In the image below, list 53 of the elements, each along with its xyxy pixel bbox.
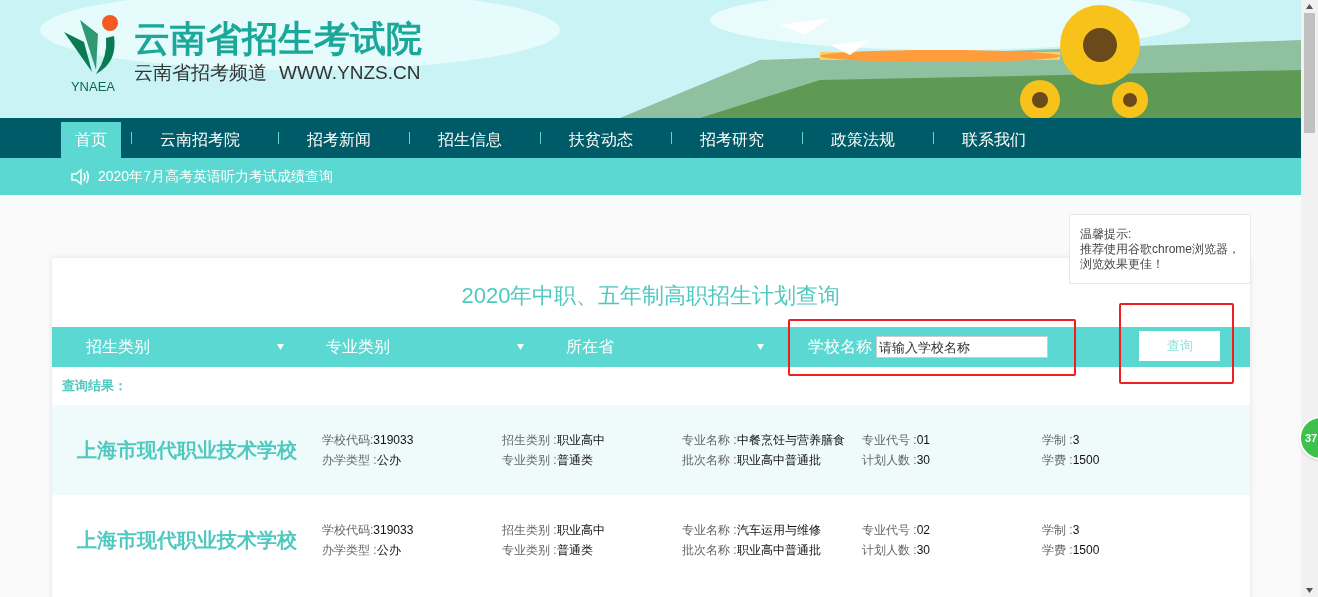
nav-tab[interactable]: 招生信息 (424, 122, 516, 158)
page-title: 2020年中职、五年制高职招生计划查询 (461, 282, 841, 310)
school-name[interactable]: 上海市现代职业技术学校 (52, 525, 322, 555)
result-field: 计划人数 :30 (862, 542, 1042, 558)
result-field: 批次名称 :职业高中普通批 (682, 542, 862, 558)
result-field: 专业名称 :中餐烹饪与营养膳食 (682, 432, 862, 448)
nav-tab[interactable]: 扶贫动态 (555, 122, 647, 158)
tip-text: 推荐使用谷歌chrome浏览器，浏览效果更佳！ (1080, 242, 1240, 272)
result-field: 专业类别 :普通类 (502, 542, 682, 558)
result-field: 计划人数 :30 (862, 452, 1042, 468)
filter-dropdown[interactable]: 招生类别 (52, 327, 292, 367)
result-field: 学费 :1500 (1042, 542, 1222, 558)
scrollbar[interactable] (1301, 0, 1318, 597)
site-url: WWW.YNZS.CN (279, 61, 421, 85)
filter-dropdown[interactable]: 专业类别 (292, 327, 532, 367)
result-field: 办学类型 :公办 (322, 542, 502, 558)
nav-tab[interactable]: 首页 (61, 122, 121, 158)
result-field: 办学类型 :公办 (322, 452, 502, 468)
school-name-field[interactable]: 请输入学校名称 (876, 336, 1048, 358)
notice-link[interactable]: 2020年7月高考英语听力考试成绩查询 (98, 166, 333, 187)
site-subtitle: 云南省招考频道 (134, 61, 267, 85)
scroll-up-icon[interactable] (1306, 4, 1313, 9)
result-field: 专业类别 :普通类 (502, 452, 682, 468)
result-field: 学校代码:319033 (322, 522, 502, 538)
dropdown-caret-icon (277, 344, 284, 350)
result-field: 招生类别 :职业高中 (502, 432, 682, 448)
result-field: 学制 :3 (1042, 522, 1222, 538)
result-field: 招生类别 :职业高中 (502, 522, 682, 538)
nav-tab[interactable]: 招考研究 (686, 122, 778, 158)
filter-dropdown[interactable]: 所在省 (532, 327, 772, 367)
school-name[interactable]: 上海市现代职业技术学校 (52, 435, 322, 465)
result-field: 学制 :3 (1042, 432, 1222, 448)
tip-title: 温馨提示: (1080, 227, 1133, 242)
nav-tab[interactable]: 联系我们 (948, 122, 1040, 158)
results-label: 查询结果： (61, 377, 128, 396)
dropdown-caret-icon (517, 344, 524, 350)
search-button[interactable]: 查询 (1139, 331, 1220, 361)
scroll-down-icon[interactable] (1306, 588, 1313, 593)
result-field: 专业名称 :汽车运用与维修 (682, 522, 862, 538)
result-field: 学费 :1500 (1042, 452, 1222, 468)
logo-text: YNAEA (70, 80, 116, 93)
nav-tab[interactable]: 云南招考院 (146, 122, 254, 158)
nav-tab[interactable]: 招考新闻 (293, 122, 385, 158)
school-name-label: 学校名称 (808, 337, 872, 357)
result-field: 专业代号 :02 (862, 522, 1042, 538)
nav-tab[interactable]: 政策法规 (817, 122, 909, 158)
result-field: 专业代号 :01 (862, 432, 1042, 448)
scroll-thumb[interactable] (1304, 13, 1315, 133)
speaker-icon (70, 167, 90, 186)
dropdown-caret-icon (757, 344, 764, 350)
site-title: 云南省招生考试院 (134, 18, 422, 60)
result-field: 学校代码:319033 (322, 432, 502, 448)
result-field: 批次名称 :职业高中普通批 (682, 452, 862, 468)
